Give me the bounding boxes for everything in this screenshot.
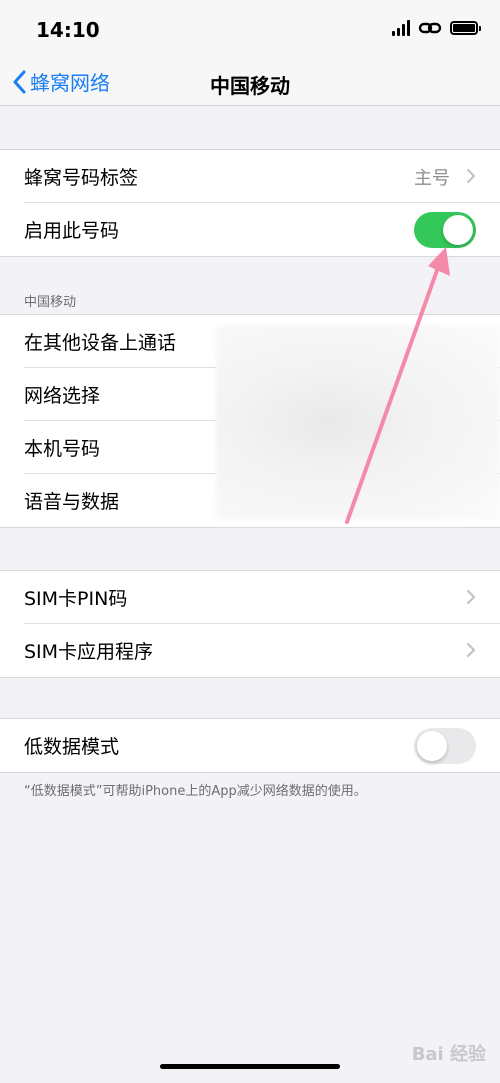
annotation-arrow-icon — [345, 247, 450, 524]
home-indicator[interactable] — [160, 1064, 340, 1069]
watermark: Bai 经验 — [411, 1044, 486, 1065]
